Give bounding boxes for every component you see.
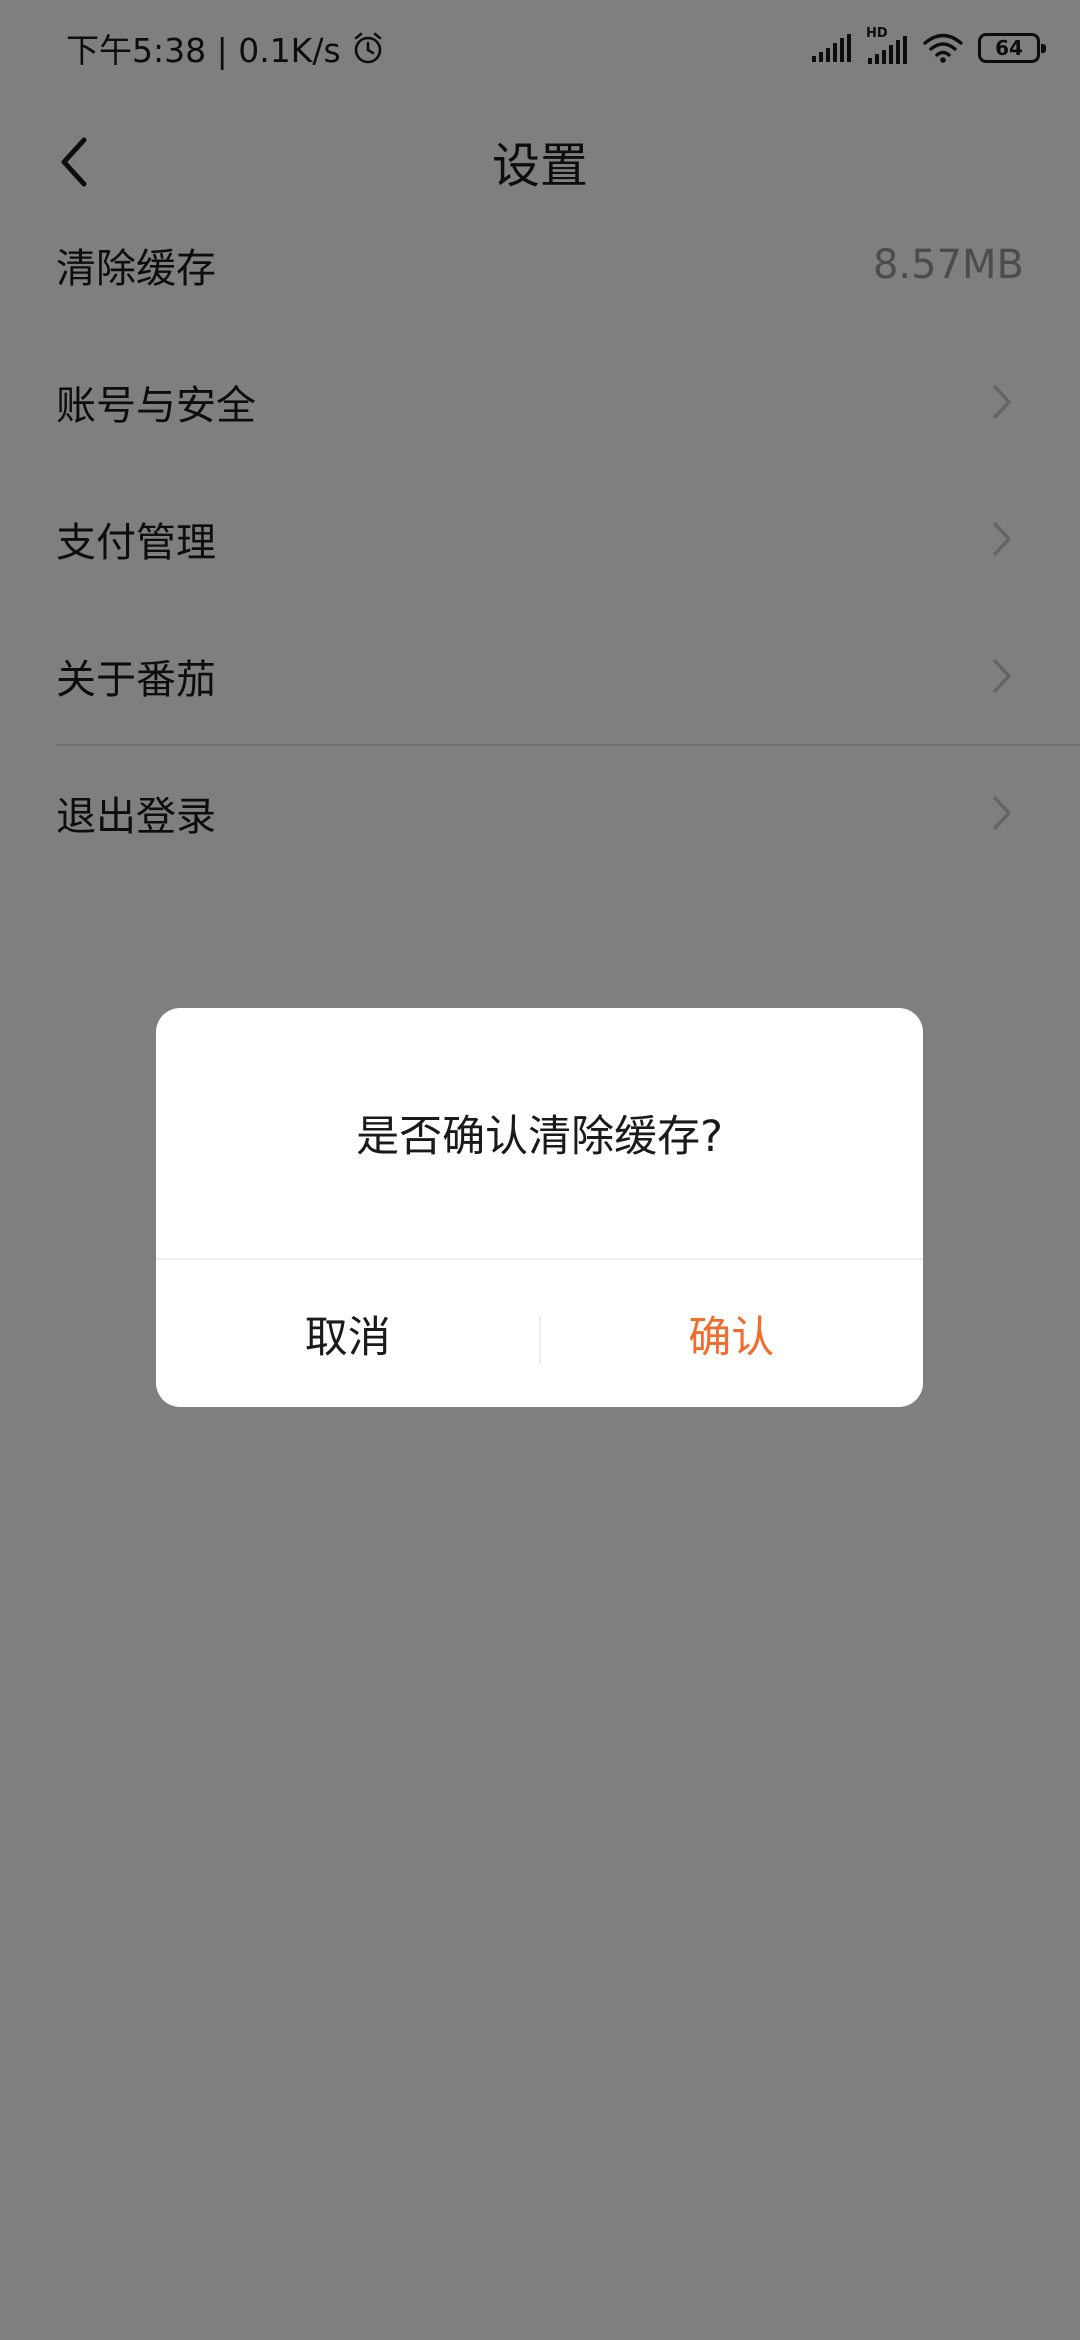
dialog-buttons: 取消 确认 — [156, 1260, 923, 1407]
confirm-dialog: 是否确认清除缓存? 取消 确认 — [156, 1008, 923, 1407]
dialog-button-divider — [539, 1316, 541, 1364]
cancel-button[interactable]: 取消 — [156, 1260, 540, 1407]
confirm-button[interactable]: 确认 — [540, 1260, 924, 1407]
dialog-message: 是否确认清除缓存? — [356, 1112, 723, 1162]
